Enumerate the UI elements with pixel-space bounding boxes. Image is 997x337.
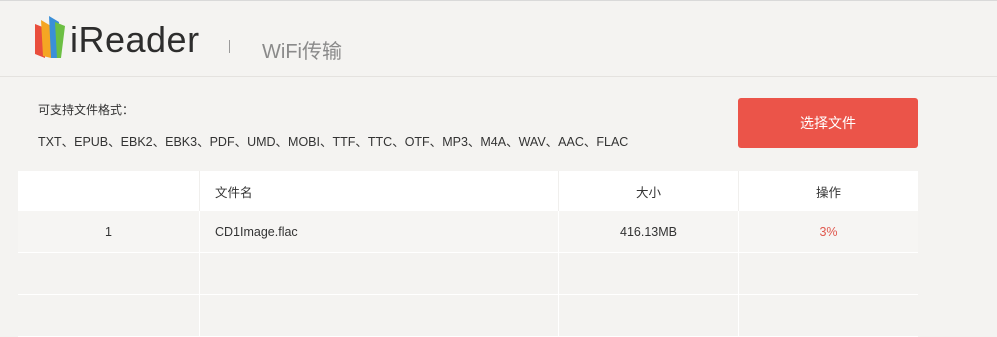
ireader-logo-icon: [35, 16, 65, 58]
row-filename: CD1Image.flac: [199, 211, 558, 253]
header-divider: [229, 40, 230, 53]
empty-cell: [199, 295, 558, 337]
empty-cell: [18, 253, 199, 295]
empty-cell: [738, 253, 918, 295]
header: iReader WiFi传输: [0, 1, 997, 77]
column-header-size: 大小: [558, 171, 738, 211]
choose-file-button[interactable]: 选择文件: [738, 98, 918, 148]
page-title: WiFi传输: [262, 41, 342, 63]
table-header-row: 文件名 大小 操作: [18, 171, 918, 211]
table-row-empty: [18, 295, 918, 337]
empty-cell: [18, 295, 199, 337]
row-index: 1: [18, 211, 199, 253]
supported-formats-label: 可支持文件格式：: [38, 103, 135, 117]
table-row: 1 CD1Image.flac 416.13MB 3%: [18, 211, 918, 253]
row-upload-progress: 3%: [738, 211, 918, 253]
empty-cell: [199, 253, 558, 295]
column-header-action: 操作: [738, 171, 918, 211]
row-size: 416.13MB: [558, 211, 738, 253]
file-table: 文件名 大小 操作 1 CD1Image.flac 416.13MB 3%: [18, 171, 918, 337]
column-header-index: [18, 171, 199, 211]
empty-cell: [558, 253, 738, 295]
table-row-empty: [18, 253, 918, 295]
empty-cell: [558, 295, 738, 337]
column-header-filename: 文件名: [199, 171, 558, 211]
logo-text: iReader: [70, 19, 200, 60]
empty-cell: [738, 295, 918, 337]
supported-formats-list: TXT、EPUB、EBK2、EBK3、PDF、UMD、MOBI、TTF、TTC、…: [38, 135, 629, 149]
